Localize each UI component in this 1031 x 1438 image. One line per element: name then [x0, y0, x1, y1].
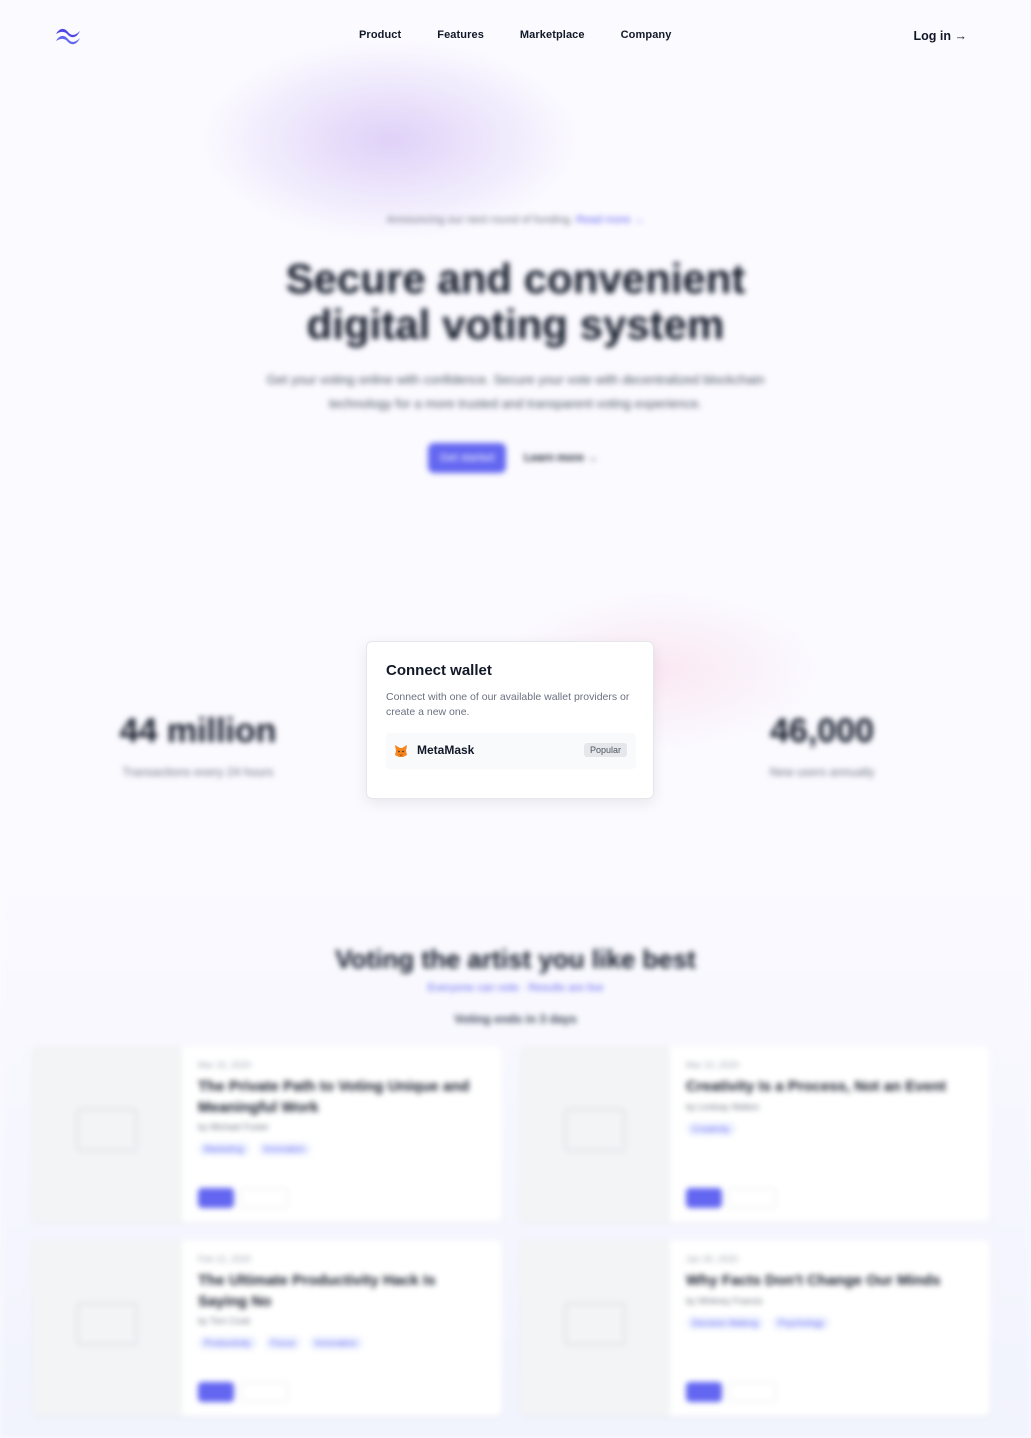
vote-count: [728, 1188, 776, 1208]
hero-title: Secure and convenient digital voting sys…: [0, 256, 1031, 348]
vote-count: [728, 1382, 776, 1402]
card-thumbnail: [32, 1046, 182, 1222]
stat-value: 46,000: [770, 712, 874, 750]
stat-users: 46,000 New users annually: [712, 712, 932, 779]
popular-badge: Popular: [583, 743, 627, 757]
stat-transactions: 44 million Transactions every 24 hours: [88, 712, 308, 779]
card-tag[interactable]: Innovation: [257, 1142, 312, 1156]
modal-title: Connect wallet: [386, 662, 492, 679]
card-thumbnail: [32, 1240, 182, 1416]
section-links[interactable]: Everyone can vote · Results are live: [0, 982, 1031, 994]
card-tags: Productivity Focus Innovation: [198, 1336, 363, 1350]
vote-button[interactable]: [198, 1382, 234, 1402]
hero-subtitle: Get your voting online with confidence. …: [266, 372, 765, 411]
wallet-option-metamask[interactable]: MetaMask Popular: [386, 733, 636, 769]
card-date: Feb 12, 2020: [198, 1254, 252, 1264]
artist-card[interactable]: Jan 30, 2020 Why Facts Don't Change Our …: [520, 1240, 990, 1416]
image-placeholder-icon: [564, 1108, 626, 1152]
card-tag[interactable]: Psychology: [772, 1316, 831, 1330]
card-author: by Whitney Francis: [686, 1296, 763, 1306]
card-tags: Marketing Innovation: [198, 1142, 312, 1156]
site-header: Product Features Marketplace Company Log…: [0, 0, 1031, 72]
announcement-bar: Announcing our next round of funding. Re…: [0, 214, 1031, 226]
card-tag[interactable]: Creativity: [686, 1122, 736, 1136]
nav-item-company[interactable]: Company: [621, 29, 672, 41]
section-subtitle: Voting ends in 3 days: [454, 1012, 577, 1026]
nav-item-marketplace[interactable]: Marketplace: [520, 29, 585, 41]
card-title[interactable]: The Private Path to Voting Unique and Me…: [198, 1076, 488, 1118]
card-tag[interactable]: Productivity: [198, 1336, 257, 1350]
nav-item-features[interactable]: Features: [437, 29, 484, 41]
hero-title-line2: digital voting system: [306, 301, 725, 348]
stat-label: Transactions every 24 hours: [122, 765, 274, 779]
logo-icon[interactable]: [54, 26, 82, 46]
vote-count: [240, 1188, 288, 1208]
stat-value: 44 million: [119, 712, 277, 750]
card-tag[interactable]: Decision Making: [686, 1316, 765, 1330]
login-link[interactable]: Log in →: [914, 29, 967, 43]
vote-button[interactable]: [198, 1188, 234, 1208]
image-placeholder-icon: [564, 1302, 626, 1346]
image-placeholder-icon: [76, 1302, 138, 1346]
vote-button[interactable]: [686, 1382, 722, 1402]
card-title[interactable]: The Ultimate Productivity Hack Is Saying…: [198, 1270, 488, 1312]
learn-more-link[interactable]: Learn more →: [524, 452, 598, 464]
connect-wallet-modal: Connect wallet Connect with one of our a…: [366, 641, 654, 799]
get-started-button[interactable]: Get started: [428, 443, 506, 473]
card-author: by Lindsay Walton: [686, 1102, 760, 1112]
announcement-text: Announcing our next round of funding.: [386, 214, 573, 226]
card-title[interactable]: Why Facts Don't Change Our Minds: [686, 1270, 976, 1291]
modal-description: Connect with one of our available wallet…: [386, 691, 630, 718]
card-title[interactable]: Creativity Is a Process, Not an Event: [686, 1076, 976, 1097]
card-tag[interactable]: Marketing: [198, 1142, 250, 1156]
artist-card[interactable]: Feb 12, 2020 The Ultimate Productivity H…: [32, 1240, 502, 1416]
card-author: by Michael Foster: [198, 1122, 270, 1132]
vote-button[interactable]: [686, 1188, 722, 1208]
main-nav: Product Features Marketplace Company: [359, 29, 671, 41]
card-tags: Creativity: [686, 1122, 736, 1136]
card-date: Mar 10, 2020: [686, 1060, 740, 1070]
metamask-fox-icon: [395, 745, 407, 757]
card-author: by Tom Cook: [198, 1316, 251, 1326]
vote-count: [240, 1382, 288, 1402]
wallet-name: MetaMask: [417, 743, 475, 757]
announcement-link[interactable]: Read more →: [576, 214, 644, 226]
image-placeholder-icon: [76, 1108, 138, 1152]
artist-card[interactable]: Mar 10, 2020 Creativity Is a Process, No…: [520, 1046, 990, 1222]
card-tags: Decision Making Psychology: [686, 1316, 831, 1330]
card-date: Mar 16, 2020: [198, 1060, 252, 1070]
section-title: Voting the artist you like best: [335, 944, 696, 974]
stat-label: New users annually: [769, 765, 875, 779]
card-tag[interactable]: Focus: [264, 1336, 302, 1350]
nav-item-product[interactable]: Product: [359, 29, 401, 41]
card-thumbnail: [520, 1046, 670, 1222]
card-tag[interactable]: Innovation: [309, 1336, 363, 1350]
hero-title-line1: Secure and convenient: [285, 255, 746, 302]
card-thumbnail: [520, 1240, 670, 1416]
artist-card[interactable]: Mar 16, 2020 The Private Path to Voting …: [32, 1046, 502, 1222]
card-date: Jan 30, 2020: [686, 1254, 739, 1264]
